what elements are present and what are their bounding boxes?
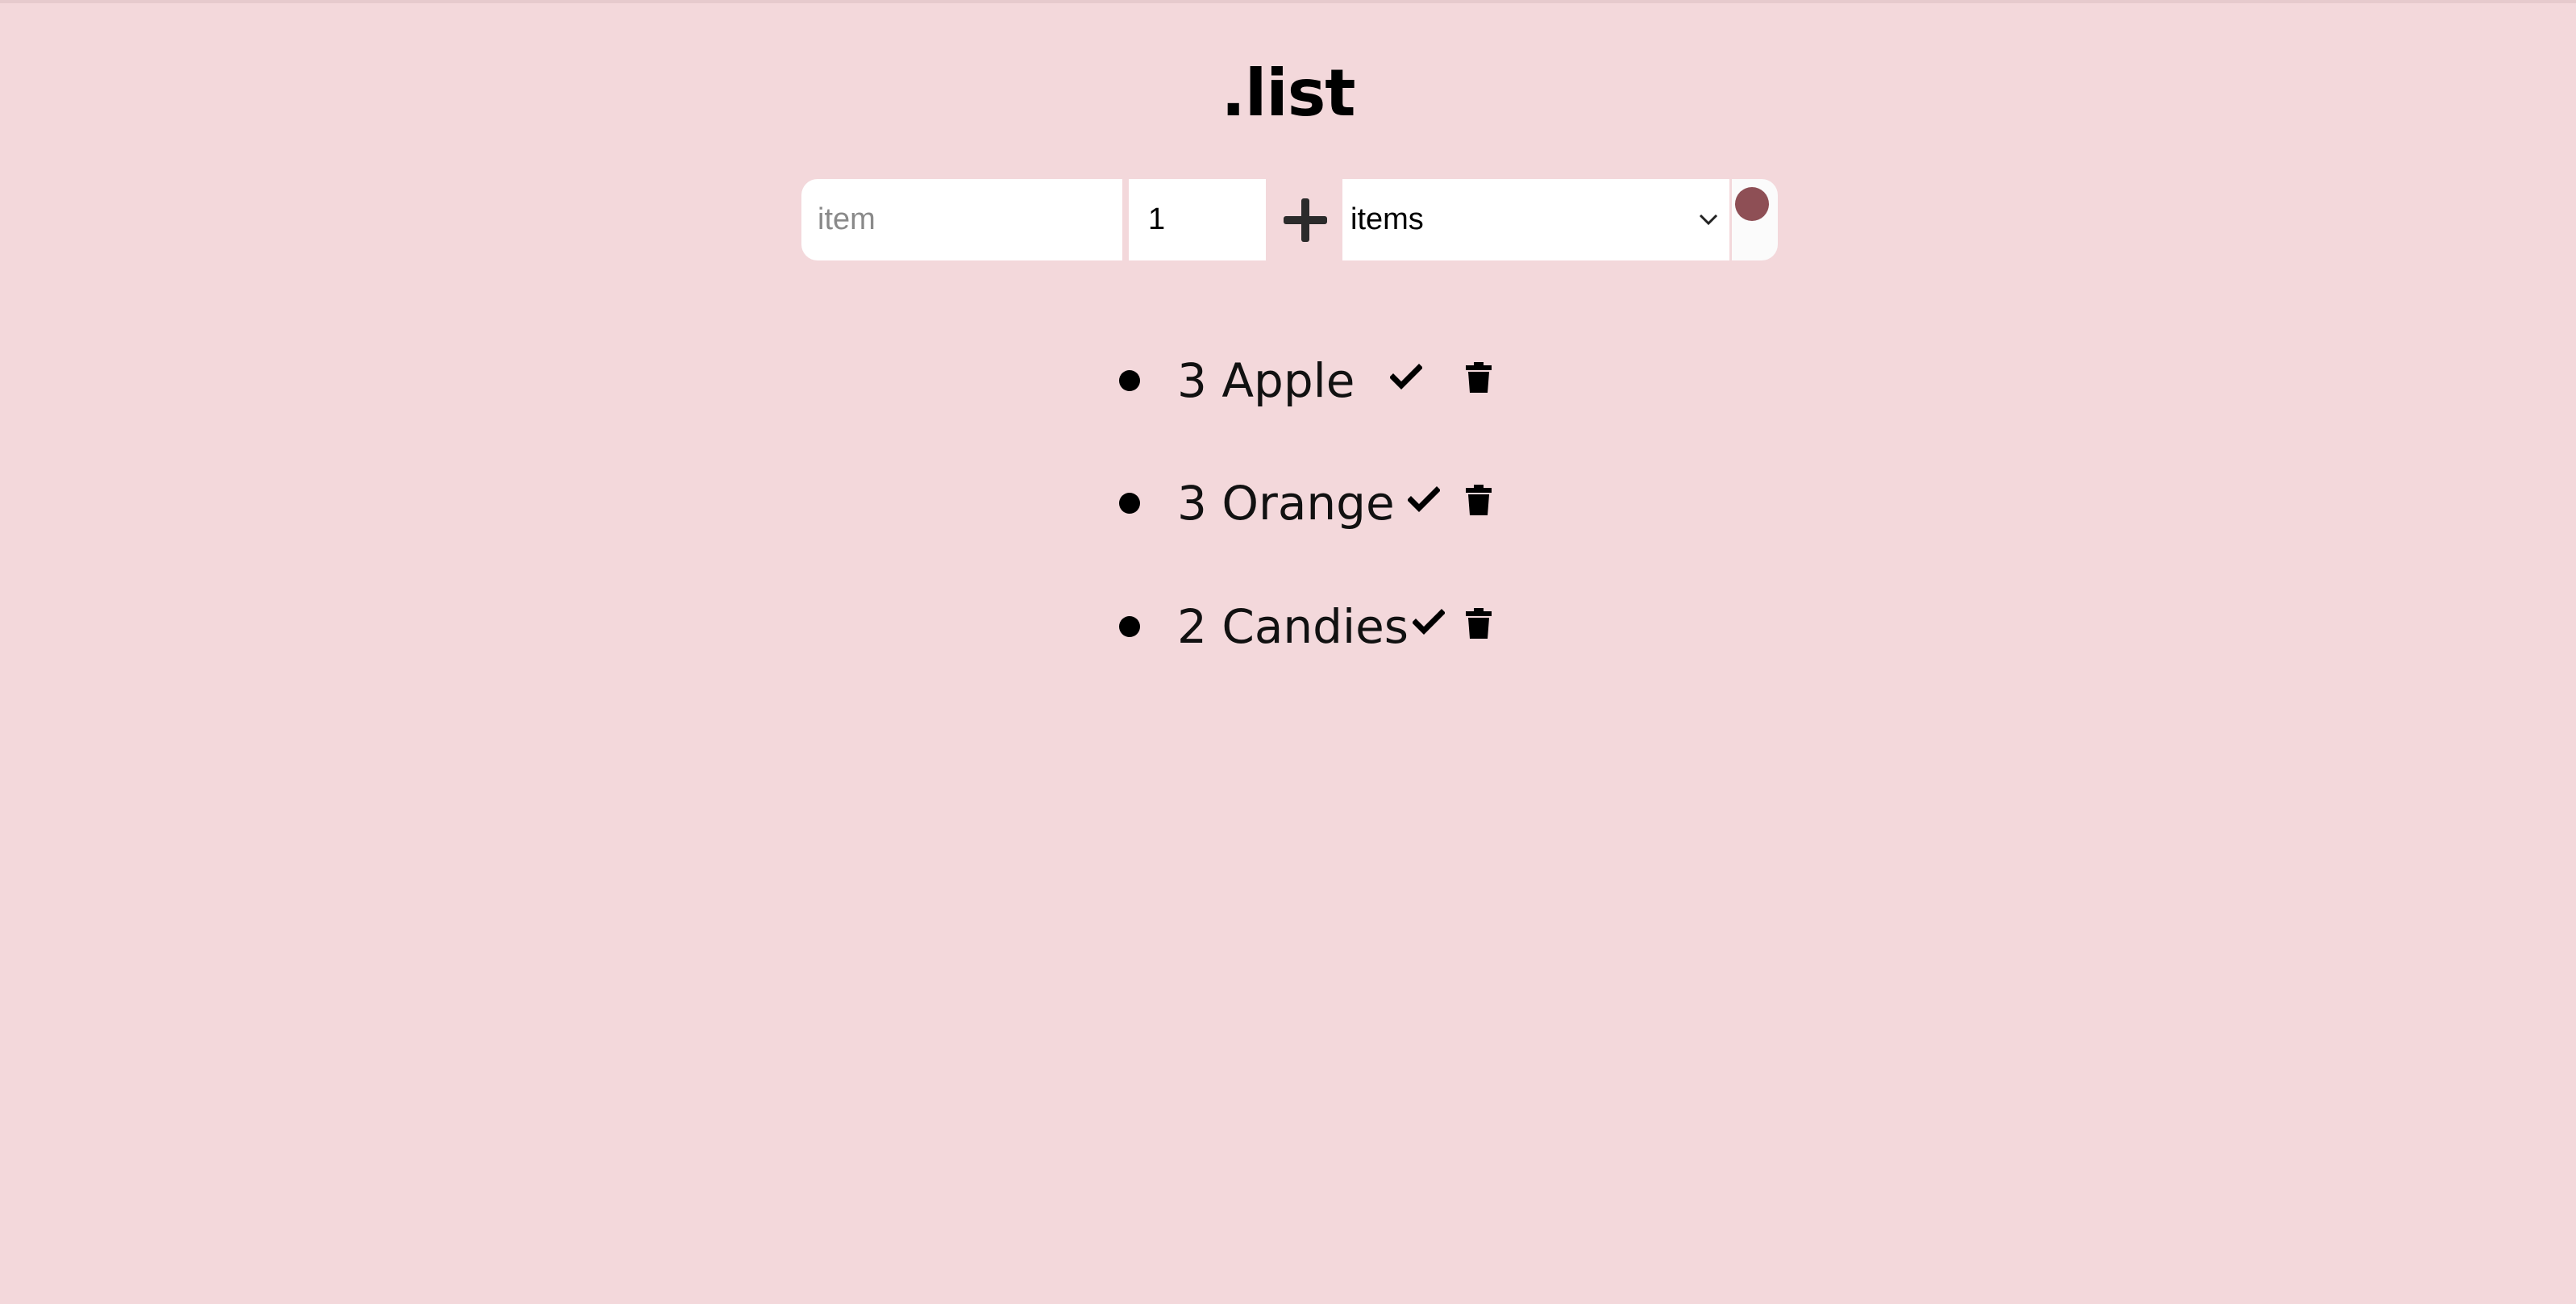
unit-select[interactable]: items <box>1342 179 1729 260</box>
color-swatch <box>1735 187 1769 221</box>
list-item-text: 2 Candies <box>1177 599 1409 654</box>
trash-icon <box>1466 485 1492 515</box>
top-border <box>0 0 2576 3</box>
check-icon <box>1412 609 1446 635</box>
trash-icon <box>1466 362 1492 393</box>
list-bullet <box>1119 370 1140 391</box>
trash-icon <box>1466 608 1492 639</box>
unit-select-value: items <box>1350 202 1424 236</box>
list-item-text: 3 Orange <box>1177 476 1395 531</box>
add-item-button[interactable] <box>1269 179 1342 260</box>
delete-button[interactable] <box>1464 361 1493 396</box>
check-button[interactable] <box>1407 485 1441 517</box>
check-icon <box>1389 364 1423 390</box>
item-name-input[interactable] <box>801 179 1122 260</box>
delete-button[interactable] <box>1464 484 1493 519</box>
chevron-down-icon <box>1699 214 1718 226</box>
check-button[interactable] <box>1389 363 1423 394</box>
list-bullet <box>1119 616 1140 637</box>
check-icon <box>1407 486 1441 512</box>
check-button[interactable] <box>1412 608 1446 640</box>
list-bullet <box>1119 493 1140 514</box>
page-title: .list <box>1221 56 1355 131</box>
list-item-text: 3 Apple <box>1177 353 1355 408</box>
quantity-input[interactable] <box>1129 179 1266 260</box>
delete-button[interactable] <box>1464 607 1493 642</box>
plus-icon <box>1284 198 1327 242</box>
